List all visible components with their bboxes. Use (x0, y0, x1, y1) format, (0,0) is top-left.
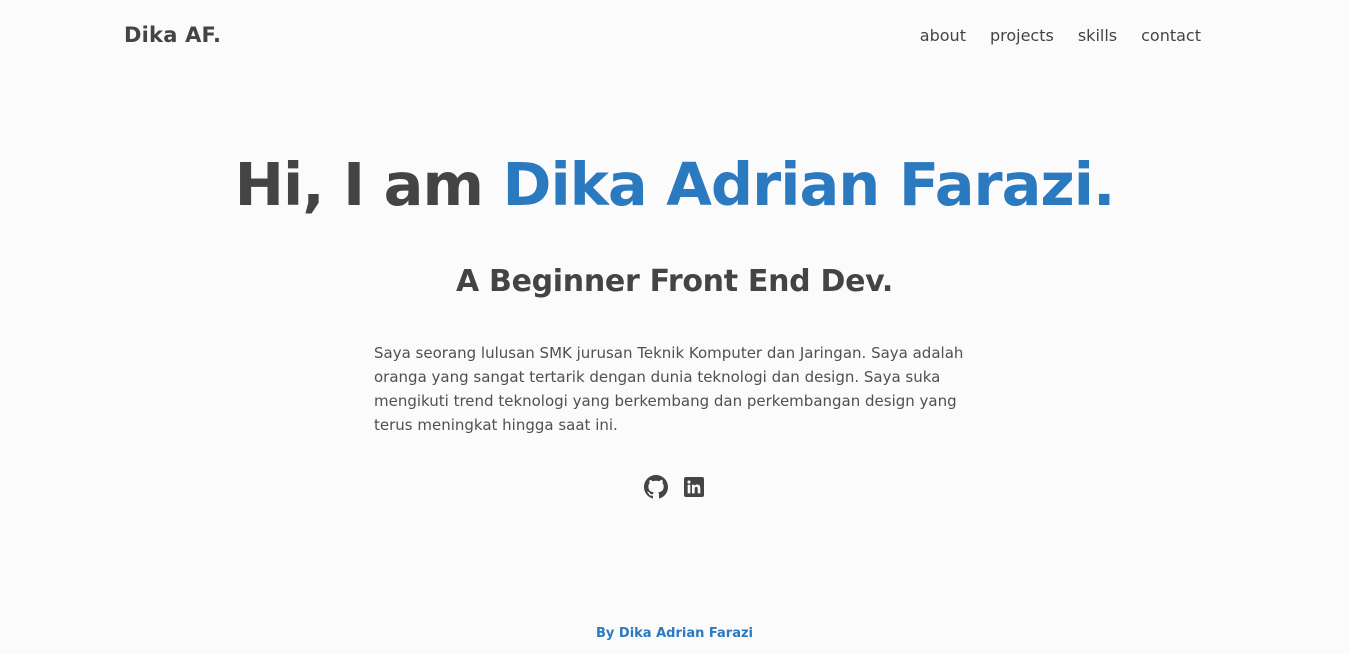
nav-link-skills[interactable]: skills (1078, 26, 1117, 45)
nav-menu: about projects skills contact (920, 26, 1201, 45)
footer-credit: By Dika Adrian Farazi (596, 626, 753, 641)
github-link[interactable] (643, 475, 668, 499)
linkedin-link[interactable] (682, 475, 706, 499)
hero-subtitle: A Beginner Front End Dev. (455, 264, 894, 299)
hero-description: Saya seorang lulusan SMK jurusan Teknik … (374, 344, 964, 434)
nav-link-projects[interactable]: projects (990, 26, 1054, 45)
page: Dika AF. about projects skills contact H… (0, 0, 1349, 654)
brand-logo[interactable]: Dika AF. (124, 23, 221, 47)
nav-item-about: about (920, 26, 966, 45)
github-icon (643, 475, 668, 499)
hero-title: Hi, I am Dika Adrian Farazi. (0, 150, 1349, 219)
footer: By Dika Adrian Farazi (0, 626, 1349, 641)
nav-item-contact: contact (1141, 26, 1201, 45)
nav-item-skills: skills (1078, 26, 1117, 45)
social-links (0, 475, 1349, 499)
nav-item-projects: projects (990, 26, 1054, 45)
linkedin-icon (683, 477, 704, 497)
hero-name: Dika Adrian Farazi. (502, 150, 1115, 219)
nav-link-contact[interactable]: contact (1141, 26, 1201, 45)
nav-link-about[interactable]: about (920, 26, 966, 45)
hero-greeting: Hi, I am (234, 150, 503, 219)
navbar: Dika AF. about projects skills contact (0, 0, 1349, 72)
